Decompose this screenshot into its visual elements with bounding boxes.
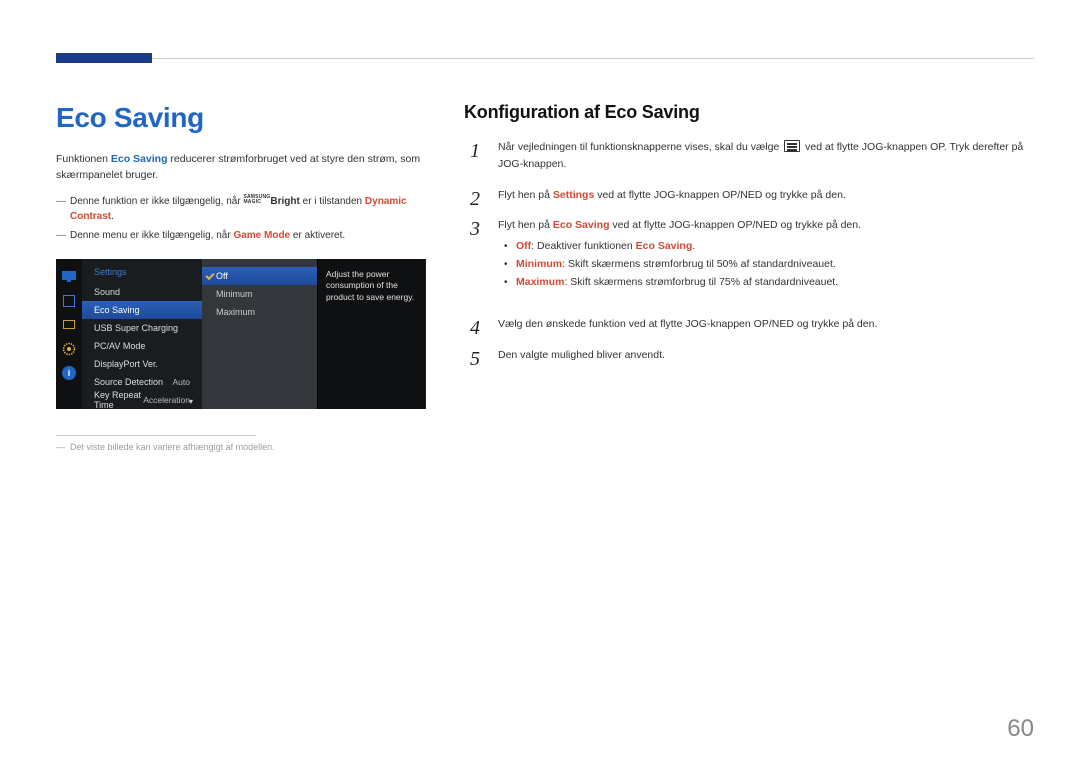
step1-text-a: Når vejledningen til funktionsknapperne …: [498, 141, 782, 153]
note2-gamemode: Game Mode: [233, 230, 290, 241]
note-magicbright: Denne funktion er ikke tilgængelig, når …: [70, 194, 426, 224]
note1-bright: Bright: [270, 196, 299, 207]
osd-sub-minimum[interactable]: Minimum: [202, 285, 317, 303]
top-rule: [56, 58, 1034, 59]
osd-screenshot: i Settings Sound Eco Saving USB Super Ch…: [56, 259, 426, 409]
top-accent-bar: [56, 53, 152, 63]
osd-row-usb-super-charging[interactable]: USB Super Charging: [82, 319, 202, 337]
note2-pre: Denne menu er ikke tilgængelig, når: [70, 230, 233, 241]
step-5: Den valgte mulighed bliver anvendt.: [464, 347, 1034, 378]
note2-post: er aktiveret.: [290, 230, 345, 241]
osd-title: Settings: [82, 263, 202, 283]
step-4: Vælg den ønskede funktion ved at flytte …: [464, 316, 1034, 347]
intro-text: Funktionen Eco Saving reducerer strømfor…: [56, 152, 426, 184]
step2-post: ved at flytte JOG-knappen OP/NED og tryk…: [594, 189, 846, 201]
osd-description: Adjust the power consumption of the prod…: [317, 259, 425, 409]
osd-menu-list: Settings Sound Eco Saving USB Super Char…: [82, 259, 202, 409]
footnote-text: Det viste billede kan variere afhængigt …: [70, 442, 426, 452]
osd-row-eco-saving[interactable]: Eco Saving: [82, 301, 202, 319]
osd-row-sound[interactable]: Sound: [82, 283, 202, 301]
osd-tab-info-icon[interactable]: i: [61, 365, 77, 381]
step3-pre: Flyt hen på: [498, 219, 553, 231]
osd-scroll-arrow-icon: ▾: [189, 397, 193, 406]
osd-row-displayport-ver[interactable]: DisplayPort Ver.: [82, 355, 202, 373]
osd-row-source-detection[interactable]: Source DetectionAuto: [82, 373, 202, 391]
bullet-maximum: Maximum: Skift skærmens strømforbrug til…: [498, 274, 1034, 292]
step3-eco-saving: Eco Saving: [553, 219, 610, 231]
step3-post: ved at flytte JOG-knappen OP/NED og tryk…: [609, 219, 861, 231]
note1-pre: Denne funktion er ikke tilgængelig, når: [70, 196, 243, 207]
samsung-magic-logo: SAMSUNGMAGIC: [243, 195, 270, 205]
step2-pre: Flyt hen på: [498, 189, 553, 201]
intro-highlight: Eco Saving: [111, 153, 168, 165]
subsection-heading: Konfiguration af Eco Saving: [464, 102, 1034, 123]
osd-tab-screen-icon[interactable]: [61, 293, 77, 309]
section-heading: Eco Saving: [56, 102, 426, 134]
bullet-minimum: Minimum: Skift skærmens strømforbrug til…: [498, 256, 1034, 274]
osd-sub-off[interactable]: Off: [202, 267, 317, 285]
step2-settings: Settings: [553, 189, 594, 201]
note-gamemode: Denne menu er ikke tilgængelig, når Game…: [70, 228, 426, 243]
menu-button-icon: [784, 140, 800, 152]
note1-mid: er i tilstanden: [300, 196, 365, 207]
page-number: 60: [1007, 715, 1034, 743]
osd-tab-options-icon[interactable]: [61, 317, 77, 333]
bullet-off: Off: Deaktiver funktionen Eco Saving.: [498, 238, 1034, 256]
osd-tab-picture-icon[interactable]: [61, 269, 77, 285]
osd-row-key-repeat-time[interactable]: Key Repeat TimeAcceleration: [82, 391, 202, 409]
footnote-rule: [56, 435, 256, 436]
step-2: Flyt hen på Settings ved at flytte JOG-k…: [464, 187, 1034, 218]
intro-pre: Funktionen: [56, 153, 111, 165]
note1-end: .: [111, 211, 114, 222]
osd-submenu: Off Minimum Maximum: [202, 259, 317, 409]
step-3: Flyt hen på Eco Saving ved at flytte JOG…: [464, 217, 1034, 315]
osd-sub-maximum[interactable]: Maximum: [202, 303, 317, 321]
step-1: Når vejledningen til funktionsknapperne …: [464, 139, 1034, 187]
osd-row-pcav-mode[interactable]: PC/AV Mode: [82, 337, 202, 355]
osd-tab-settings-icon[interactable]: [61, 341, 77, 357]
